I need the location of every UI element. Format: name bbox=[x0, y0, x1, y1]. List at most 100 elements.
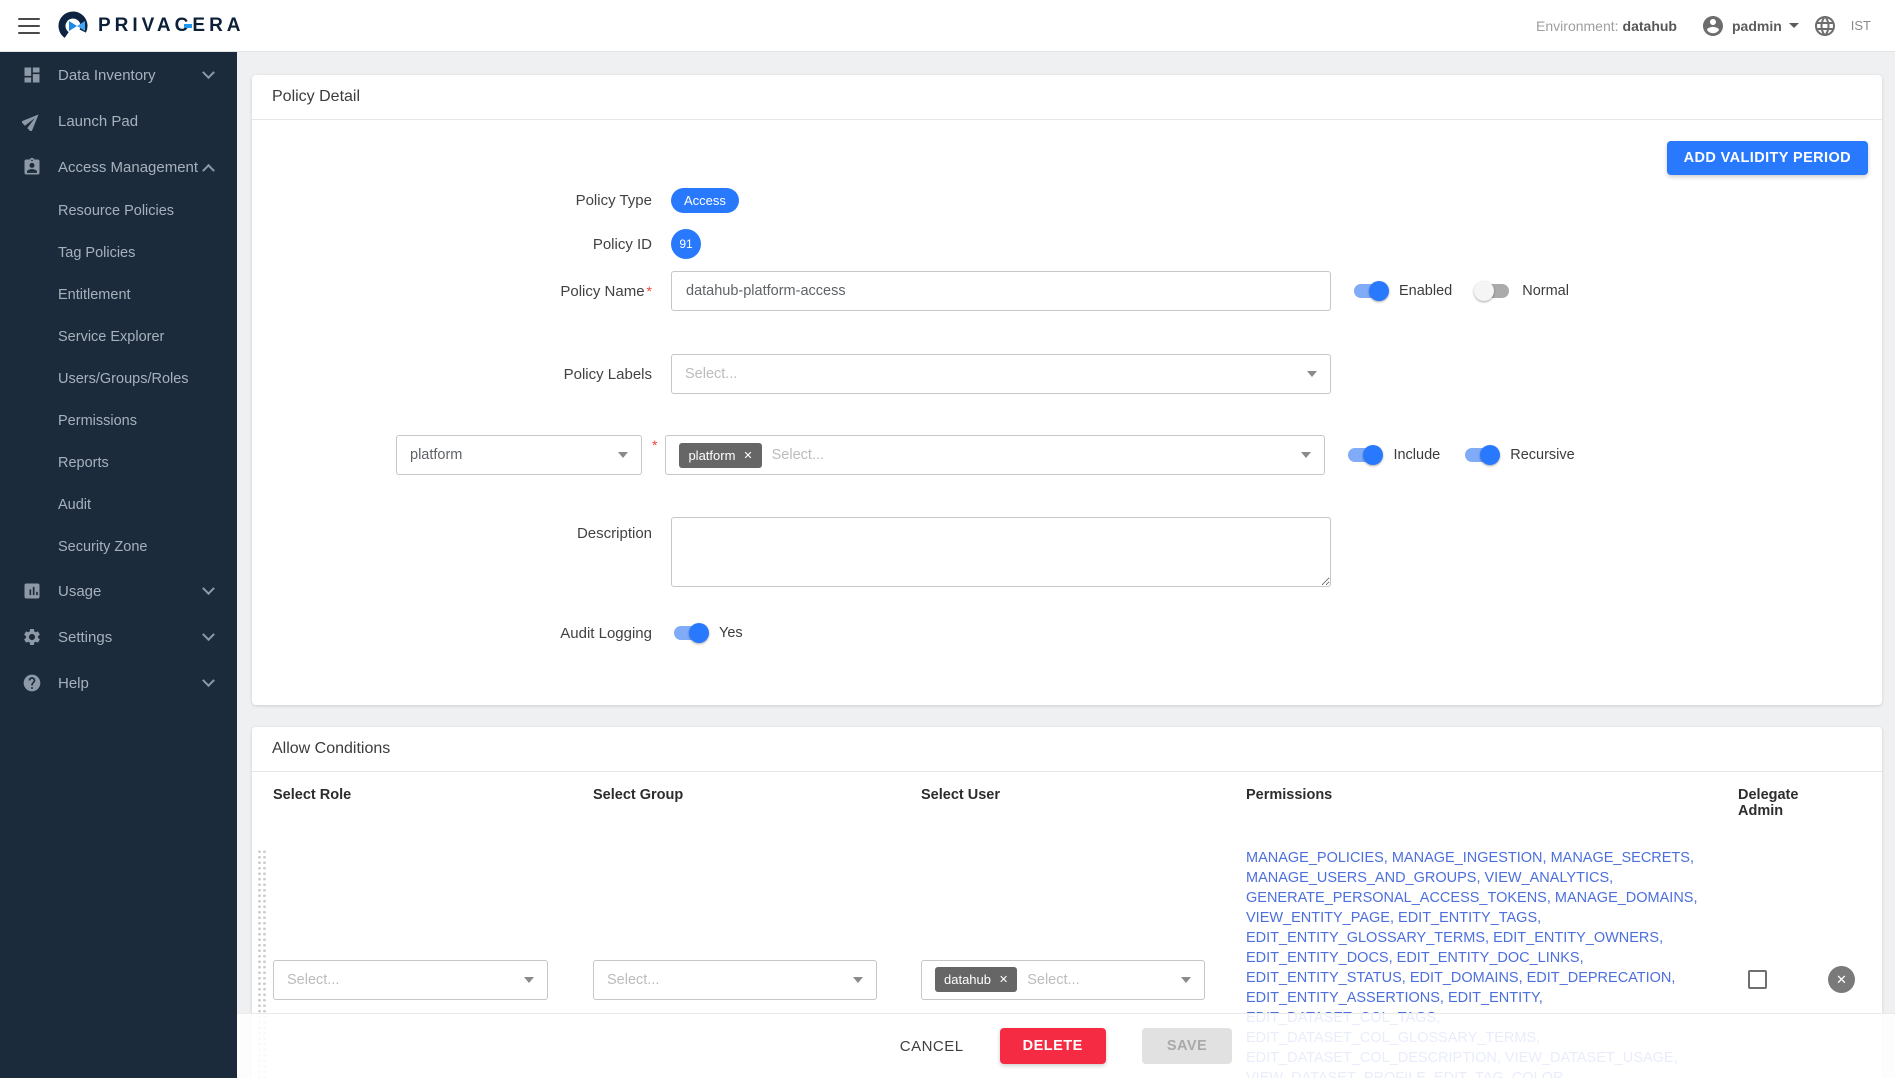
audit-logging-label: Audit Logging bbox=[269, 625, 652, 642]
group-select[interactable]: Select... bbox=[593, 960, 877, 1000]
description-label: Description bbox=[269, 525, 652, 542]
sidebar-item-entitlement[interactable]: Entitlement bbox=[0, 274, 237, 316]
policy-labels-placeholder: Select... bbox=[685, 366, 737, 382]
sidebar-item-label: Data Inventory bbox=[58, 67, 156, 84]
privacera-logo-icon bbox=[58, 11, 88, 41]
sidebar-item-users-groups-roles[interactable]: Users/Groups/Roles bbox=[0, 358, 237, 400]
user-menu-caret-icon bbox=[1789, 23, 1799, 28]
policy-name-input[interactable] bbox=[671, 271, 1331, 311]
policy-labels-select[interactable]: Select... bbox=[671, 354, 1331, 394]
sidebar-item-label: Settings bbox=[58, 629, 112, 646]
sidebar-item-label: Reports bbox=[58, 455, 109, 471]
sidebar-item-label: Resource Policies bbox=[58, 203, 174, 219]
sidebar-item-label: Help bbox=[58, 675, 89, 692]
resource-type-select[interactable]: platform bbox=[396, 435, 642, 475]
sidebar-item-label: Users/Groups/Roles bbox=[58, 371, 189, 387]
audit-logging-value: Yes bbox=[719, 625, 743, 641]
chevron-down-icon bbox=[202, 582, 215, 595]
normal-toggle-label: Normal bbox=[1522, 283, 1569, 299]
policy-id-badge: 91 bbox=[671, 229, 701, 259]
description-textarea[interactable] bbox=[671, 517, 1331, 587]
sidebar-item-audit[interactable]: Audit bbox=[0, 484, 237, 526]
required-asterisk: * bbox=[652, 437, 657, 453]
privacera-logo: PRIVACERA bbox=[58, 11, 245, 41]
sidebar-item-launch-pad[interactable]: Launch Pad bbox=[0, 98, 237, 144]
sidebar-item-resource-policies[interactable]: Resource Policies bbox=[0, 190, 237, 232]
role-select-placeholder: Select... bbox=[287, 972, 339, 988]
role-select[interactable]: Select... bbox=[273, 960, 548, 1000]
include-toggle[interactable] bbox=[1345, 445, 1383, 465]
add-validity-period-button[interactable]: ADD VALIDITY PERIOD bbox=[1667, 141, 1868, 175]
globe-timezone-icon[interactable] bbox=[1813, 14, 1837, 38]
recursive-toggle[interactable] bbox=[1462, 445, 1500, 465]
top-bar: PRIVACERA Environment:datahub padmin IST bbox=[0, 0, 1895, 52]
gear-icon bbox=[22, 627, 42, 647]
column-select-user: Select User bbox=[921, 787, 1246, 819]
user-select-placeholder: Select... bbox=[1027, 972, 1079, 988]
username: padmin bbox=[1732, 18, 1782, 34]
environment-label: Environment:datahub bbox=[1536, 18, 1677, 34]
delegate-admin-checkbox[interactable] bbox=[1748, 970, 1767, 989]
group-select-placeholder: Select... bbox=[607, 972, 659, 988]
policy-labels-label: Policy Labels bbox=[269, 366, 652, 383]
brand-wordmark: PRIVACERA bbox=[98, 15, 245, 37]
remove-row-button[interactable]: ✕ bbox=[1828, 966, 1855, 993]
sidebar-item-tag-policies[interactable]: Tag Policies bbox=[0, 232, 237, 274]
enabled-toggle[interactable] bbox=[1351, 281, 1389, 301]
sidebar-item-settings[interactable]: Settings bbox=[0, 614, 237, 660]
normal-override-toggle[interactable] bbox=[1474, 281, 1512, 301]
sidebar-item-help[interactable]: Help bbox=[0, 660, 237, 706]
policy-name-label: Policy Name* bbox=[269, 283, 652, 300]
column-select-role: Select Role bbox=[273, 787, 593, 819]
user-select[interactable]: datahub✕ Select... bbox=[921, 960, 1205, 1000]
timezone-label: IST bbox=[1851, 18, 1871, 33]
user-menu[interactable]: padmin bbox=[1701, 14, 1799, 38]
chip-close-icon[interactable]: ✕ bbox=[999, 973, 1008, 986]
column-delegate-admin: Delegate Admin bbox=[1738, 787, 1828, 819]
policy-id-label: Policy ID bbox=[269, 236, 652, 253]
sidebar: Data Inventory Launch Pad Access Managem… bbox=[0, 52, 237, 1078]
resource-placeholder: Select... bbox=[772, 447, 824, 463]
resource-chip: platform✕ bbox=[679, 443, 761, 468]
delete-button[interactable]: DELETE bbox=[1000, 1028, 1106, 1064]
select-caret-icon bbox=[618, 452, 628, 458]
sidebar-item-usage[interactable]: Usage bbox=[0, 568, 237, 614]
select-caret-icon bbox=[1181, 977, 1191, 983]
cancel-button[interactable]: CANCEL bbox=[900, 1038, 964, 1055]
sidebar-item-security-zone[interactable]: Security Zone bbox=[0, 526, 237, 568]
sidebar-item-label: Service Explorer bbox=[58, 329, 164, 345]
allow-conditions-title: Allow Conditions bbox=[252, 727, 1882, 772]
chip-close-icon[interactable]: ✕ bbox=[743, 449, 752, 462]
chevron-down-icon bbox=[202, 674, 215, 687]
launch-pad-icon bbox=[22, 111, 42, 131]
sidebar-item-data-inventory[interactable]: Data Inventory bbox=[0, 52, 237, 98]
save-button[interactable]: SAVE bbox=[1142, 1028, 1232, 1064]
sidebar-item-label: Audit bbox=[58, 497, 91, 513]
sidebar-item-service-explorer[interactable]: Service Explorer bbox=[0, 316, 237, 358]
column-select-group: Select Group bbox=[593, 787, 921, 819]
select-caret-icon bbox=[524, 977, 534, 983]
account-circle-icon bbox=[1701, 14, 1725, 38]
policy-type-label: Policy Type bbox=[269, 192, 652, 209]
audit-logging-toggle[interactable] bbox=[671, 623, 709, 643]
sidebar-item-access-management[interactable]: Access Management bbox=[0, 144, 237, 190]
sidebar-item-reports[interactable]: Reports bbox=[0, 442, 237, 484]
resource-value-multiselect[interactable]: platform✕ Select... bbox=[665, 435, 1325, 475]
chevron-down-icon bbox=[202, 66, 215, 79]
policy-detail-title: Policy Detail bbox=[252, 75, 1882, 120]
enabled-toggle-label: Enabled bbox=[1399, 283, 1452, 299]
action-bar: CANCEL DELETE SAVE bbox=[237, 1013, 1895, 1078]
hamburger-menu-icon[interactable] bbox=[18, 18, 40, 34]
sidebar-item-label: Entitlement bbox=[58, 287, 131, 303]
sidebar-item-label: Usage bbox=[58, 583, 101, 600]
grid-icon bbox=[22, 65, 42, 85]
help-icon bbox=[22, 673, 42, 693]
chevron-down-icon bbox=[202, 628, 215, 641]
sidebar-item-label: Launch Pad bbox=[58, 113, 138, 130]
sidebar-item-permissions[interactable]: Permissions bbox=[0, 400, 237, 442]
recursive-toggle-label: Recursive bbox=[1510, 447, 1574, 463]
sidebar-item-label: Tag Policies bbox=[58, 245, 135, 261]
conditions-table-header: Select Role Select Group Select User Per… bbox=[252, 772, 1882, 831]
required-asterisk: * bbox=[647, 283, 652, 299]
chevron-up-icon bbox=[202, 163, 215, 176]
